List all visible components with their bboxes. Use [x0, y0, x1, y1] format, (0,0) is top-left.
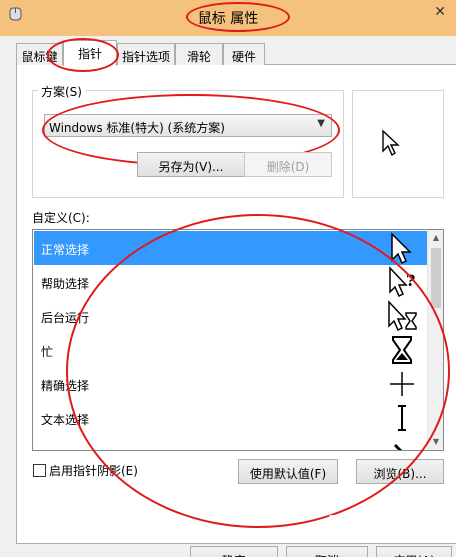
pointer-shadow-checkbox[interactable] [33, 464, 46, 477]
arrow-cursor-icon [382, 129, 400, 157]
close-icon[interactable]: ✕ [434, 4, 446, 20]
cancel-button[interactable]: 取消 [286, 546, 368, 557]
scheme-group-label: 方案(S) [38, 83, 85, 100]
tab-wheel[interactable]: 滑轮 [175, 43, 223, 65]
save-as-button[interactable]: 另存为(V)... [137, 152, 245, 177]
customize-label: 自定义(C): [32, 211, 90, 225]
title-bar: 鼠标 属性 ✕ [0, 0, 456, 36]
apply-button[interactable]: 应用(A) [376, 546, 452, 557]
annotation-ellipse-title [186, 2, 290, 32]
scroll-up-icon[interactable]: ▲ [428, 230, 444, 246]
cursor-preview [352, 90, 444, 198]
ok-button[interactable]: 确定 [190, 546, 278, 557]
delete-button[interactable]: 删除(D) [244, 152, 332, 177]
annotation-ellipse-list [66, 214, 450, 528]
watermark-text: Baidu 经验 [328, 512, 412, 530]
tab-hardware[interactable]: 硬件 [223, 43, 265, 65]
tab-pointer-options[interactable]: 指针选项 [117, 43, 175, 65]
scrollbar-thumb[interactable] [431, 248, 441, 308]
annotation-ellipse-tab [47, 38, 119, 72]
